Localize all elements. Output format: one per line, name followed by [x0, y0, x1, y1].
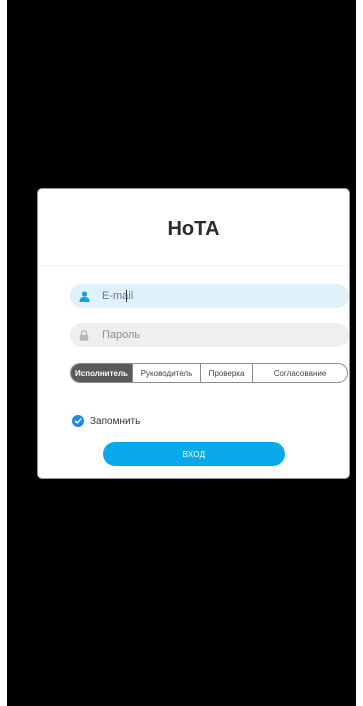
role-option-approval[interactable]: Согласование: [253, 364, 347, 382]
email-input[interactable]: [102, 290, 322, 302]
user-icon: [76, 288, 92, 304]
lock-icon: [76, 327, 92, 343]
role-option-executor[interactable]: Исполнитель: [71, 364, 133, 382]
check-icon[interactable]: [72, 415, 84, 427]
role-selector: Исполнитель Руководитель Проверка Соглас…: [70, 363, 348, 383]
remember-label: Запомнить: [90, 415, 141, 427]
email-field[interactable]: [70, 284, 349, 308]
remember-checkbox[interactable]: Запомнить: [72, 415, 140, 427]
role-option-manager[interactable]: Руководитель: [133, 364, 201, 382]
role-option-review[interactable]: Проверка: [201, 364, 253, 382]
card-header: НоТА: [38, 189, 349, 266]
app-title: НоТА: [167, 217, 220, 240]
text-cursor: [126, 290, 127, 302]
login-button[interactable]: ВХОД: [103, 442, 285, 466]
login-card: НоТА Исполнитель Руководит: [37, 188, 350, 479]
password-field[interactable]: [70, 323, 349, 347]
app-screen: НоТА Исполнитель Руководит: [7, 0, 356, 706]
password-input[interactable]: [102, 329, 322, 341]
